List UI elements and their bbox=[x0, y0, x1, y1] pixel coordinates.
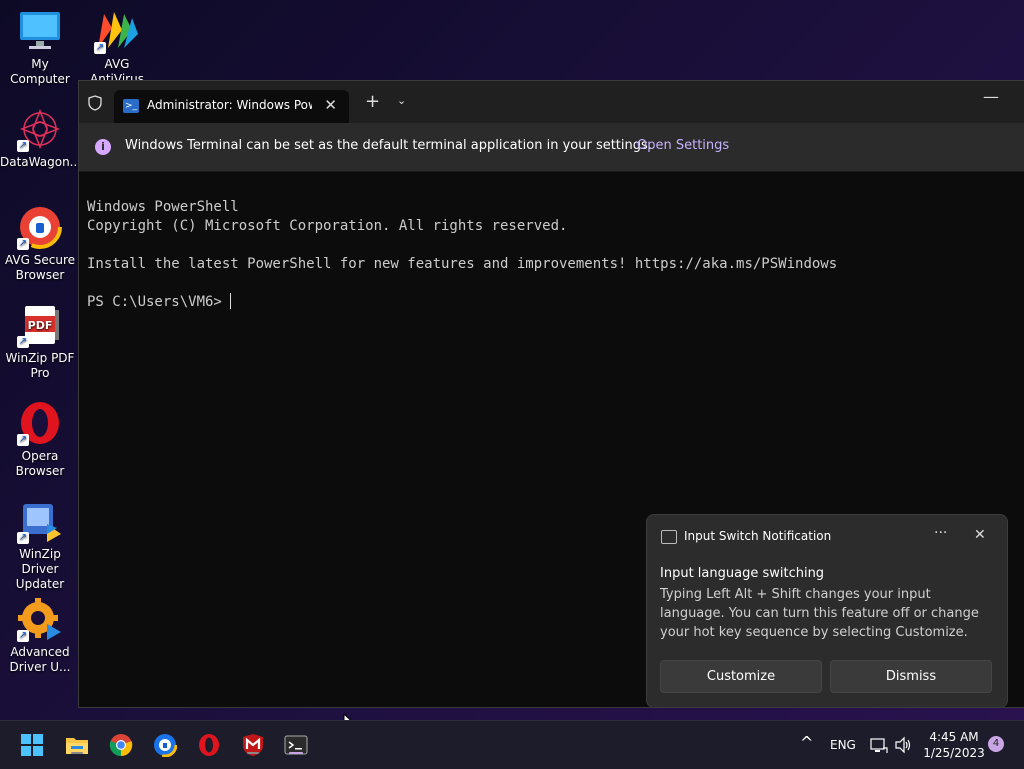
prompt: PS C:\Users\VM6> bbox=[87, 294, 231, 310]
new-tab-button[interactable]: + bbox=[365, 91, 380, 112]
desktop-icon-winzip-pdf-pro[interactable]: PDF ↗ WinZip PDF Pro bbox=[0, 302, 80, 381]
console-line: Windows PowerShell bbox=[87, 199, 239, 215]
avg-browser-icon: ↗ bbox=[17, 204, 63, 250]
windows-logo-icon bbox=[21, 734, 43, 756]
shortcut-arrow-icon: ↗ bbox=[17, 140, 29, 152]
close-icon[interactable]: ✕ bbox=[974, 527, 986, 543]
shortcut-arrow-icon: ↗ bbox=[17, 532, 29, 544]
desktop-icon-my-computer[interactable]: My Computer bbox=[0, 8, 80, 87]
shortcut-arrow-icon: ↗ bbox=[17, 238, 29, 250]
input-switch-notification: Input Switch Notification ··· ✕ Input la… bbox=[646, 514, 1008, 708]
desktop-icon-avg-antivirus[interactable]: ↗ AVG AntiVirus FREE bbox=[77, 8, 157, 82]
desktop-icon-datawagon[interactable]: ↗ DataWagon... bbox=[0, 106, 81, 170]
clock[interactable]: 4:45 AM 1/25/2023 bbox=[918, 729, 990, 761]
console-line: Install the latest PowerShell for new fe… bbox=[87, 256, 838, 272]
keyboard-icon bbox=[661, 530, 677, 544]
customize-button[interactable]: Customize bbox=[660, 660, 822, 693]
console-line: Copyright (C) Microsoft Corporation. All… bbox=[87, 218, 568, 234]
desktop-icon-advanced-driver-updater[interactable]: ↗ Advanced Driver U... bbox=[0, 596, 80, 675]
monitor-icon bbox=[17, 8, 63, 54]
info-icon: i bbox=[95, 139, 111, 155]
clock-date: 1/25/2023 bbox=[923, 746, 985, 760]
gear-icon: ↗ bbox=[17, 596, 63, 642]
running-indicator bbox=[71, 752, 83, 754]
active-indicator bbox=[289, 752, 303, 754]
desktop-icon-winzip-driver-updater[interactable]: ↗ WinZip Driver Updater bbox=[0, 498, 80, 592]
shield-icon bbox=[87, 95, 103, 111]
desktop-icon-avg-secure-browser[interactable]: ↗ AVG Secure Browser bbox=[0, 204, 80, 283]
info-bar: i Windows Terminal can be set as the def… bbox=[79, 123, 1024, 172]
prompt-line: PS C:\Users\VM6> bbox=[87, 293, 1017, 312]
notification-badge[interactable]: 4 bbox=[988, 736, 1004, 752]
mcafee-button[interactable] bbox=[241, 733, 265, 757]
file-explorer-button[interactable] bbox=[65, 733, 89, 757]
notification-body: Typing Left Alt + Shift changes your inp… bbox=[660, 587, 979, 640]
shortcut-arrow-icon: ↗ bbox=[94, 42, 106, 54]
chrome-icon bbox=[109, 734, 133, 757]
shortcut-arrow-icon: ↗ bbox=[17, 336, 29, 348]
taskbar: ^ ENG 4:45 AM 1/25/2023 bbox=[0, 720, 1024, 769]
clock-time: 4:45 AM bbox=[929, 730, 979, 744]
dismiss-button[interactable]: Dismiss bbox=[830, 660, 992, 693]
datawagon-icon: ↗ bbox=[17, 106, 63, 152]
close-icon[interactable]: ✕ bbox=[324, 96, 337, 114]
tab-powershell[interactable]: >_ Administrator: Windows PowerShell ✕ bbox=[114, 90, 349, 123]
opera-icon: ↗ bbox=[17, 400, 63, 446]
notification-app-name: Input Switch Notification bbox=[684, 529, 832, 543]
notification-heading: Input language switching bbox=[660, 566, 825, 581]
shortcut-arrow-icon: ↗ bbox=[17, 630, 29, 642]
more-options-button[interactable]: ··· bbox=[934, 525, 947, 541]
opera-icon bbox=[199, 734, 219, 756]
desktop-icon-opera-browser[interactable]: ↗ Opera Browser bbox=[0, 400, 80, 479]
driver-updater-icon: ↗ bbox=[17, 498, 63, 544]
volume-icon[interactable] bbox=[894, 736, 912, 757]
open-settings-link[interactable]: Open Settings bbox=[637, 138, 729, 153]
minimize-button[interactable]: — bbox=[983, 87, 999, 106]
start-button[interactable] bbox=[20, 733, 44, 757]
avg-logo-icon: ↗ bbox=[94, 8, 140, 54]
svg-text:PDF: PDF bbox=[28, 319, 53, 332]
terminal-taskbar-button[interactable] bbox=[284, 733, 308, 757]
title-bar[interactable]: >_ Administrator: Windows PowerShell ✕ +… bbox=[79, 81, 1024, 123]
avg-browser-icon bbox=[152, 732, 178, 758]
opera-button[interactable] bbox=[197, 733, 221, 757]
powershell-icon: >_ bbox=[123, 99, 139, 113]
running-indicator bbox=[247, 752, 259, 754]
text-cursor bbox=[230, 293, 232, 309]
tab-title: Administrator: Windows PowerShell bbox=[147, 98, 312, 112]
show-hidden-icons-button[interactable]: ^ bbox=[800, 733, 813, 752]
network-icon[interactable] bbox=[870, 736, 888, 757]
info-message: Windows Terminal can be set as the defau… bbox=[125, 138, 652, 153]
language-indicator[interactable]: ENG bbox=[830, 738, 856, 752]
chevron-down-icon[interactable]: ⌄ bbox=[397, 94, 406, 107]
avg-browser-button[interactable] bbox=[152, 732, 178, 758]
pdf-icon: PDF ↗ bbox=[17, 302, 63, 348]
console-output[interactable]: Windows PowerShell Copyright (C) Microsof… bbox=[87, 179, 1017, 350]
shortcut-arrow-icon: ↗ bbox=[17, 434, 29, 446]
chrome-button[interactable] bbox=[109, 733, 133, 757]
